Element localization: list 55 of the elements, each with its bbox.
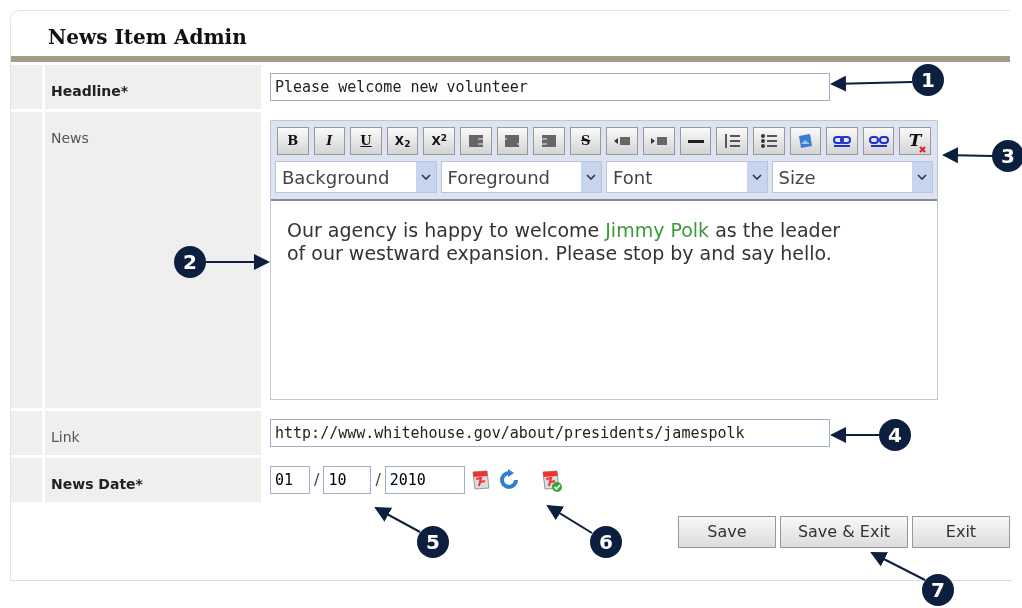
toolbar-button[interactable] [679,127,712,155]
callout-badge: 7 [922,574,954,606]
close-icon [919,145,927,153]
date-separator: / [314,469,320,491]
bullet-list-icon [758,133,779,149]
toolbar-button[interactable]: U [350,127,382,155]
toolbar-button[interactable]: X$^{2}$ [423,127,456,155]
editor-text-area[interactable]: Our agency is happy to welcome Jimmy Polk as the leader of our westward expansion. Please stop by and say hello. [271,199,937,399]
toolbar-button[interactable]: I [313,127,346,155]
field-label: News [51,130,89,146]
dropdown[interactable]: Background [275,161,437,193]
field-label: News Date* [51,476,143,492]
dropdown[interactable]: Size [771,161,933,193]
callout-arrow [870,552,926,581]
callout-badge: 4 [879,419,911,451]
date-separator: / [375,469,381,491]
toolbar-button[interactable]: T [899,127,931,155]
toolbar-button[interactable] [826,127,858,155]
toolbar-button[interactable]: X$_{2}$ [386,127,419,155]
callout-badge: 1 [912,64,944,96]
text-field[interactable]: Please welcome new volunteer [270,73,830,101]
action-button[interactable]: Save & Exit [780,516,908,548]
toolbar-button[interactable] [862,127,895,155]
dropdown[interactable]: Foreground [440,161,602,193]
callout-arrow [546,504,593,534]
toolbar-button[interactable] [716,127,748,155]
toolbar-button[interactable]: S [569,127,602,155]
callout-arrow [830,427,880,443]
toolbar-button[interactable]: B [277,127,309,155]
callout-badge: 3 [992,140,1022,172]
action-button[interactable]: Exit [912,516,1010,548]
chevron-icon [912,162,932,192]
year-field[interactable]: 2010 [384,466,465,494]
chevron-icon [581,162,601,192]
callout-arrow [205,254,270,270]
callout-arrow [374,507,421,533]
action-button[interactable]: Save [678,516,776,548]
field-label: Link [51,429,80,445]
numbered-list-icon [722,133,743,149]
field-label: Headline* [51,83,129,99]
callout-badge: 2 [174,246,206,278]
day-field[interactable]: 10 [323,466,372,494]
text-field[interactable]: http://www.whitehouse.gov/about/presidents/jamespolk [270,419,830,447]
callout-badge: 6 [590,526,622,558]
link-icon [831,133,852,149]
month-field[interactable]: 01 [270,466,310,494]
callout-arrow [942,147,993,164]
unlink-icon [868,133,889,149]
callout-badge: 5 [417,526,449,558]
toolbar-button[interactable] [752,127,785,155]
news-text: Our agency is happy to welcome Jimmy Polk as the leader of our westward expansion. Please stop by and say hello. [287,219,842,265]
chevron-icon [415,162,436,192]
chevron-icon [746,162,767,192]
dropdown[interactable]: Font [606,161,768,193]
panel-title: News Item Admin [48,25,247,49]
